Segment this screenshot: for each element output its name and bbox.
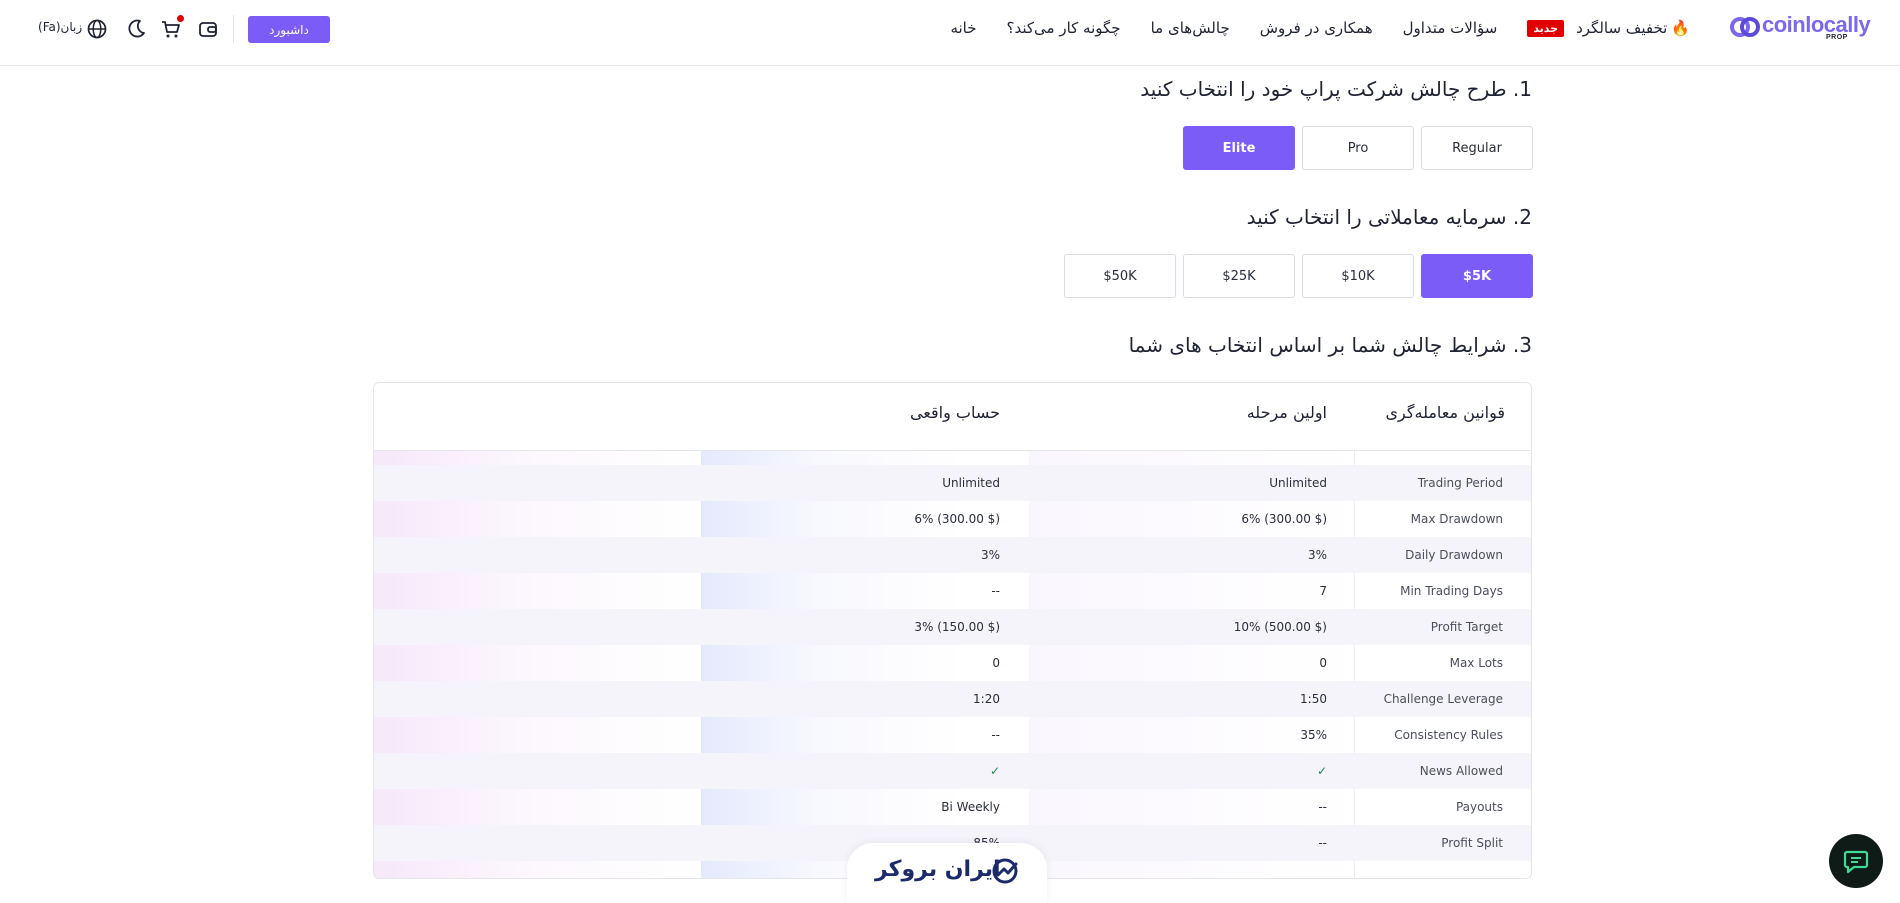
cart-notification-dot [177, 15, 184, 22]
nav-anniversary-sale[interactable]: 🔥 تخفیف سالگرد جدید [1527, 19, 1690, 37]
fire-icon: 🔥 [1671, 19, 1690, 37]
capital-option-25k[interactable]: $25K [1183, 254, 1295, 298]
capital-option-5k[interactable]: $5K [1421, 254, 1533, 298]
row-phase1-value: 6% (300.00 $) [1241, 512, 1327, 526]
row-label: Max Lots [1449, 656, 1503, 670]
table-row: Daily Drawdown 3% 3% [374, 537, 1531, 573]
row-label: Challenge Leverage [1383, 692, 1503, 706]
main-nav: خانه چگونه کار می‌کند؟ چالش‌های ما همکار… [950, 18, 1690, 38]
table-row: Max Drawdown 6% (300.00 $) 6% (300.00 $) [374, 501, 1531, 537]
row-real-value: 3% [980, 548, 1000, 562]
brand-logo[interactable]: coinlocally PROP [1730, 12, 1871, 42]
wallet-icon[interactable] [197, 18, 219, 40]
row-real-value: 0 [992, 656, 1000, 670]
row-label: Max Drawdown [1410, 512, 1503, 526]
row-label: Profit Target [1430, 620, 1503, 634]
support-chat-button[interactable] [1829, 834, 1883, 888]
header-divider [233, 15, 234, 43]
row-phase1-value: 3% [1307, 548, 1327, 562]
nav-sale-label: تخفیف سالگرد [1576, 19, 1668, 37]
row-real-value: 6% (300.00 $) [914, 512, 1000, 526]
table-row: Trading Period Unlimited Unlimited [374, 465, 1531, 501]
row-real-value: -- [991, 728, 1000, 742]
row-phase1-value: 35% [1300, 728, 1327, 742]
capital-option-10k[interactable]: $10K [1302, 254, 1414, 298]
brand-name: coinlocally [1762, 12, 1871, 37]
row-phase1-value: 7 [1319, 584, 1327, 598]
nav-faq[interactable]: سؤالات متداول [1403, 19, 1498, 37]
row-label: Profit Split [1441, 836, 1503, 850]
check-icon: ✓ [1316, 764, 1327, 778]
row-phase1-value: -- [1318, 800, 1327, 814]
plan-option-pro[interactable]: Pro [1302, 126, 1414, 170]
table-row: News Allowed ✓ ✓ [374, 753, 1531, 789]
table-header: قوانین معامله‌گری اولین مرحله حساب واقعی [374, 383, 1531, 451]
row-label: Min Trading Days [1400, 584, 1503, 598]
moon-icon[interactable] [125, 18, 147, 40]
table-row: Challenge Leverage 1:50 1:20 [374, 681, 1531, 717]
row-phase1-value: 1:50 [1300, 692, 1327, 706]
row-label: Daily Drawdown [1405, 548, 1503, 562]
language-selector[interactable]: زبان(Fa) [38, 20, 82, 34]
th-real-account: حساب واقعی [909, 403, 1000, 422]
nav-how-it-works[interactable]: چگونه کار می‌کند؟ [1007, 19, 1121, 37]
trend-logo-icon [992, 858, 1018, 884]
nav-home[interactable]: خانه [950, 19, 976, 37]
step2-title: 2. سرمایه معاملاتی را انتخاب کنید [1246, 205, 1532, 229]
iranbroker-watermark: ایران بروکر [847, 843, 1047, 903]
th-trading-rules: قوانین معامله‌گری [1385, 403, 1505, 422]
brand-sub: PROP [1826, 34, 1848, 41]
cart-button[interactable] [160, 15, 184, 40]
row-label: Trading Period [1417, 476, 1503, 490]
chat-bubble-icon [1843, 850, 1869, 874]
row-real-value: Bi Weekly [941, 800, 1000, 814]
dashboard-button[interactable]: داشبورد [248, 16, 330, 43]
logo-mark-icon [1730, 17, 1760, 37]
globe-icon[interactable] [86, 18, 108, 40]
table-row: Payouts -- Bi Weekly [374, 789, 1531, 825]
row-label: News Allowed [1419, 764, 1503, 778]
row-real-value: 3% (150.00 $) [914, 620, 1000, 634]
watermark-text: ایران بروکر [875, 857, 1001, 882]
plan-option-elite[interactable]: Elite [1183, 126, 1295, 170]
row-label: Consistency Rules [1394, 728, 1503, 742]
step3-title: 3. شرایط چالش شما بر اساس انتخاب های شما [1128, 333, 1532, 357]
row-phase1-value: 0 [1319, 656, 1327, 670]
th-first-phase: اولین مرحله [1246, 403, 1327, 422]
nav-challenges[interactable]: چالش‌های ما [1151, 19, 1230, 37]
row-phase1-value: Unlimited [1269, 476, 1327, 490]
table-row: Consistency Rules 35% -- [374, 717, 1531, 753]
new-badge: جدید [1527, 19, 1565, 37]
row-label: Payouts [1455, 800, 1503, 814]
nav-affiliate[interactable]: همکاری در فروش [1260, 19, 1373, 37]
row-phase1-value: 10% (500.00 $) [1233, 620, 1327, 634]
table-row: Min Trading Days 7 -- [374, 573, 1531, 609]
conditions-table: قوانین معامله‌گری اولین مرحله حساب واقعی… [373, 382, 1532, 879]
check-icon: ✓ [989, 764, 1000, 778]
table-row: Max Lots 0 0 [374, 645, 1531, 681]
step1-title: 1. طرح چالش شرکت پراپ خود را انتخاب کنید [1140, 77, 1532, 101]
capital-option-50k[interactable]: $50K [1064, 254, 1176, 298]
row-real-value: 1:20 [973, 692, 1000, 706]
plan-option-regular[interactable]: Regular [1421, 126, 1533, 170]
table-row: Profit Target 10% (500.00 $) 3% (150.00 … [374, 609, 1531, 645]
row-real-value: Unlimited [942, 476, 1000, 490]
top-header: coinlocally PROP خانه چگونه کار می‌کند؟ … [0, 0, 1900, 66]
row-phase1-value: -- [1318, 836, 1327, 850]
row-real-value: -- [991, 584, 1000, 598]
